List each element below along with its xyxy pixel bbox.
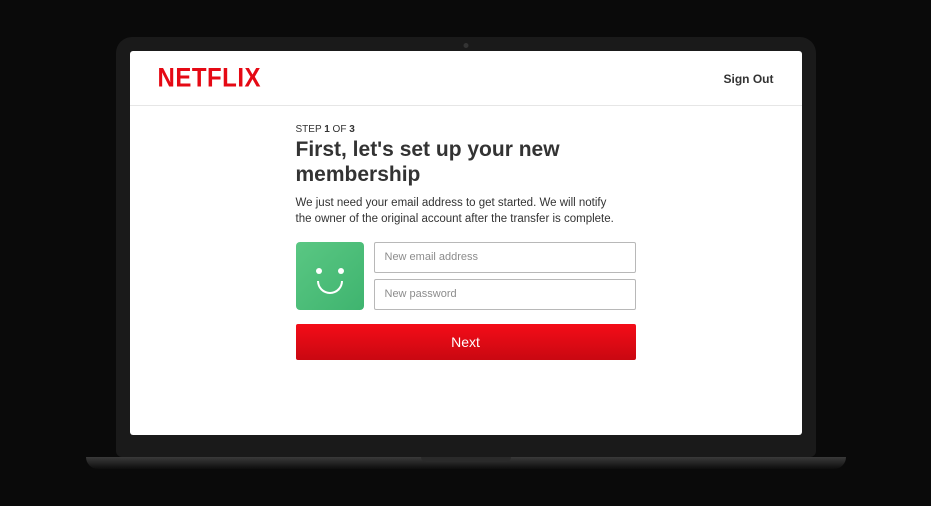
laptop-base [86,457,846,469]
step-prefix: STEP [296,124,325,135]
next-button[interactable]: Next [296,324,636,360]
form-row [296,242,636,310]
page-header: NETFLIX Sign Out [130,51,802,106]
profile-avatar-icon [296,242,364,310]
netflix-logo: NETFLIX [158,64,262,95]
email-field[interactable] [374,242,636,273]
step-total: 3 [349,124,355,135]
signup-content: STEP 1 OF 3 First, let's set up your new… [296,124,636,435]
laptop-mockup: NETFLIX Sign Out STEP 1 OF 3 First, let'… [116,37,816,469]
page-title: First, let's set up your new membership [296,137,636,187]
page-description: We just need your email address to get s… [296,195,616,227]
signup-page: NETFLIX Sign Out STEP 1 OF 3 First, let'… [130,51,802,435]
password-field[interactable] [374,279,636,310]
main-content: STEP 1 OF 3 First, let's set up your new… [130,106,802,435]
step-mid: OF [330,124,349,135]
step-indicator: STEP 1 OF 3 [296,124,636,135]
laptop-screen: NETFLIX Sign Out STEP 1 OF 3 First, let'… [116,37,816,457]
camera-dot [463,43,468,48]
input-group [374,242,636,310]
sign-out-link[interactable]: Sign Out [724,72,774,86]
